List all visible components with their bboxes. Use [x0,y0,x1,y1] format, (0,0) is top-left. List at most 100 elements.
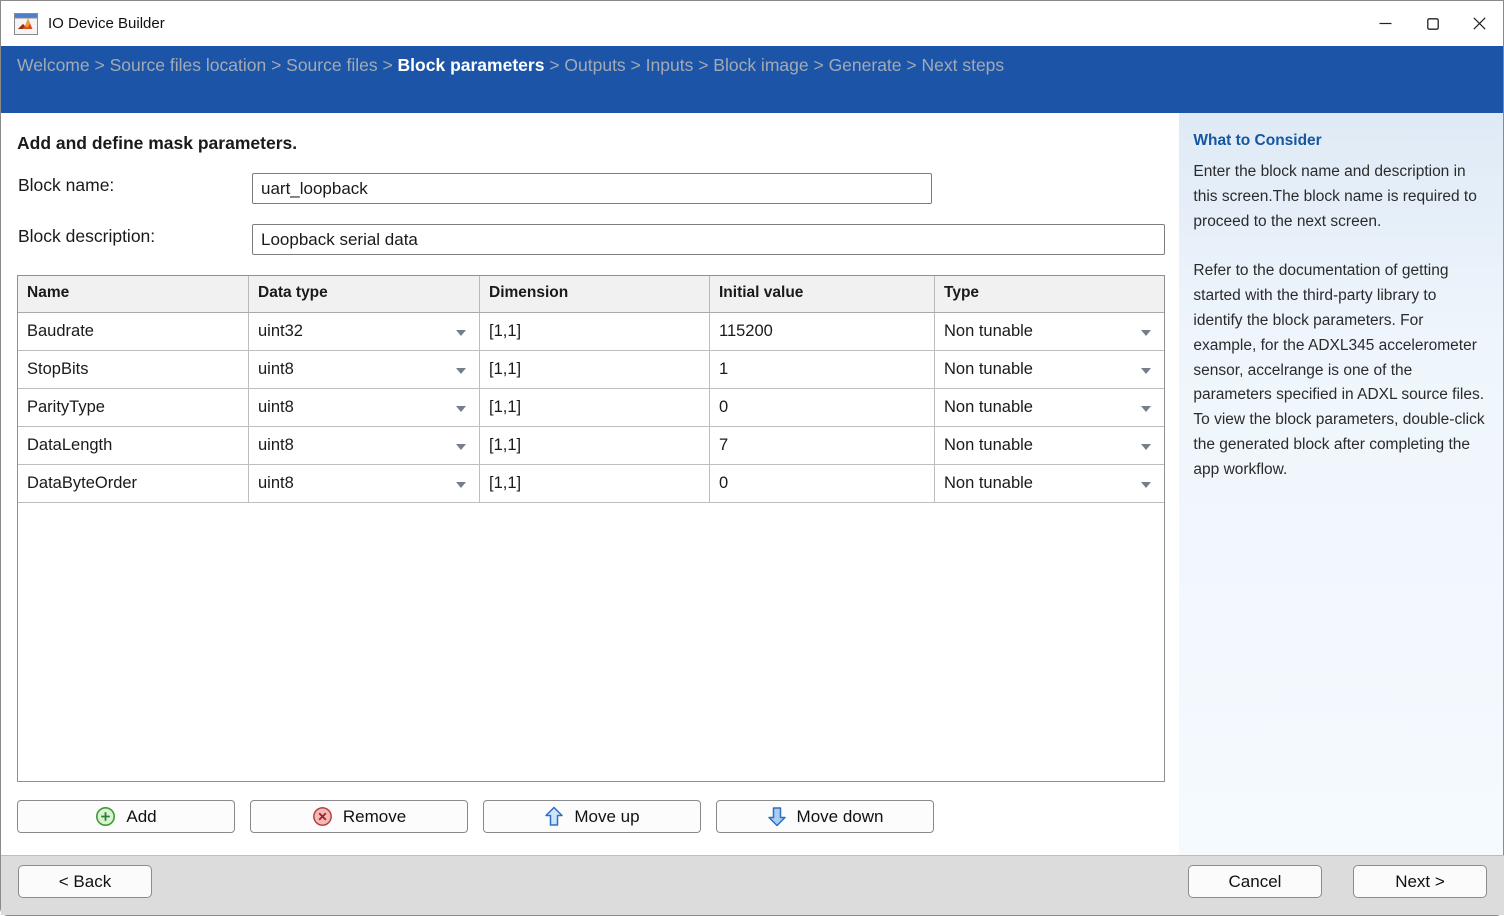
remove-icon [312,806,333,827]
breadcrumb-item-generate: Generate [829,55,902,75]
cell-data-type[interactable]: uint8 [249,389,480,426]
maximize-icon [1427,18,1439,30]
move-down-icon [767,806,787,827]
cell-value: [1,1] [489,474,521,493]
column-header-type: Type [935,276,1164,312]
breadcrumb-item-block-image: Block image [713,55,808,75]
cell-value: Non tunable [944,360,1033,379]
sidebar-title: What to Consider [1193,132,1487,150]
column-header-initial-value: Initial value [710,276,935,312]
dropdown-caret-icon[interactable] [1141,368,1151,374]
cell-value: DataLength [27,436,112,455]
block-description-label: Block description: [18,226,155,247]
back-button[interactable]: < Back [18,865,152,898]
cell-dimension[interactable]: [1,1] [480,465,710,502]
add-icon [95,806,116,827]
window-title: IO Device Builder [48,15,165,32]
cancel-button[interactable]: Cancel [1188,865,1322,898]
move-down-button-label: Move down [797,807,884,827]
cell-value: ParityType [27,398,105,417]
close-button[interactable] [1456,1,1503,46]
dropdown-caret-icon[interactable] [1141,482,1151,488]
cell-data-type[interactable]: uint32 [249,313,480,350]
column-header-name: Name [18,276,249,312]
cell-data-type[interactable]: uint8 [249,465,480,502]
cell-data-type[interactable]: uint8 [249,351,480,388]
cell-initial-value[interactable]: 115200 [710,313,935,350]
cell-value: uint8 [258,474,294,493]
cell-value: Non tunable [944,398,1033,417]
cell-initial-value[interactable]: 0 [710,389,935,426]
move-down-button[interactable]: Move down [716,800,934,833]
cell-initial-value[interactable]: 1 [710,351,935,388]
cell-value: 0 [719,398,728,417]
cell-value: 115200 [719,322,773,341]
breadcrumb-item-next-steps: Next steps [921,55,1004,75]
dropdown-caret-icon[interactable] [456,368,466,374]
dropdown-caret-icon[interactable] [1141,406,1151,412]
remove-button[interactable]: Remove [250,800,468,833]
cell-type[interactable]: Non tunable [935,389,1164,426]
minimize-button[interactable] [1362,1,1409,46]
next-button[interactable]: Next > [1353,865,1487,898]
breadcrumb-item-inputs: Inputs [646,55,694,75]
table-header-row: NameData typeDimensionInitial valueType [18,276,1164,313]
cell-data-type[interactable]: uint8 [249,427,480,464]
page-heading: Add and define mask parameters. [17,133,297,154]
move-up-button[interactable]: Move up [483,800,701,833]
cell-name[interactable]: ParityType [18,389,249,426]
cell-dimension[interactable]: [1,1] [480,427,710,464]
breadcrumb-separator: > [90,55,110,75]
add-button-label: Add [126,807,156,827]
cell-dimension[interactable]: [1,1] [480,351,710,388]
cell-type[interactable]: Non tunable [935,351,1164,388]
cell-value: 0 [719,474,728,493]
cell-initial-value[interactable]: 7 [710,427,935,464]
breadcrumb-separator: > [809,55,829,75]
table-row-baudrate: Baudrateuint32 [1,1] 115200 Non tunable [18,313,1164,351]
cell-value: Non tunable [944,474,1033,493]
cell-name[interactable]: Baudrate [18,313,249,350]
cell-type[interactable]: Non tunable [935,427,1164,464]
main-panel: Add and define mask parameters. Block na… [1,113,1179,857]
close-icon [1473,17,1486,30]
table-row-databyteorder: DataByteOrder uint8 [1,1] 0 Non tunable [18,465,1164,503]
footer-bar: < Back Cancel Next > [1,855,1504,915]
breadcrumb: Welcome > Source files location > Source… [1,46,1503,113]
dropdown-caret-icon[interactable] [1141,444,1151,450]
sidebar-paragraph: Enter the block name and description in … [1193,160,1487,234]
cell-value: Non tunable [944,322,1033,341]
dropdown-caret-icon[interactable] [456,330,466,336]
breadcrumb-separator: > [378,55,398,75]
dropdown-caret-icon[interactable] [456,482,466,488]
breadcrumb-separator: > [902,55,922,75]
block-description-input[interactable] [252,224,1165,255]
breadcrumb-item-block-parameters: Block parameters [398,55,545,75]
move-up-button-label: Move up [574,807,639,827]
cell-name[interactable]: DataByteOrder [18,465,249,502]
dropdown-caret-icon[interactable] [456,406,466,412]
table-action-buttons: Add Remove Move up Move down [17,800,934,833]
dropdown-caret-icon[interactable] [1141,330,1151,336]
window-controls [1362,1,1503,46]
cell-type[interactable]: Non tunable [935,313,1164,350]
sidebar-help-panel: What to Consider Enter the block name an… [1179,113,1503,857]
cell-value: [1,1] [489,360,521,379]
cell-value: [1,1] [489,322,521,341]
cell-name[interactable]: StopBits [18,351,249,388]
maximize-button[interactable] [1409,1,1456,46]
cell-dimension[interactable]: [1,1] [480,389,710,426]
remove-button-label: Remove [343,807,406,827]
cell-name[interactable]: DataLength [18,427,249,464]
cell-dimension[interactable]: [1,1] [480,313,710,350]
cell-value: Non tunable [944,436,1033,455]
title-bar: IO Device Builder [1,1,1503,46]
block-name-input[interactable] [252,173,932,204]
add-button[interactable]: Add [17,800,235,833]
cell-initial-value[interactable]: 0 [710,465,935,502]
cell-type[interactable]: Non tunable [935,465,1164,502]
cell-value: [1,1] [489,398,521,417]
table-row-paritytype: ParityType uint8 [1,1] 0 Non tunable [18,389,1164,427]
dropdown-caret-icon[interactable] [456,444,466,450]
breadcrumb-item-outputs: Outputs [564,55,625,75]
